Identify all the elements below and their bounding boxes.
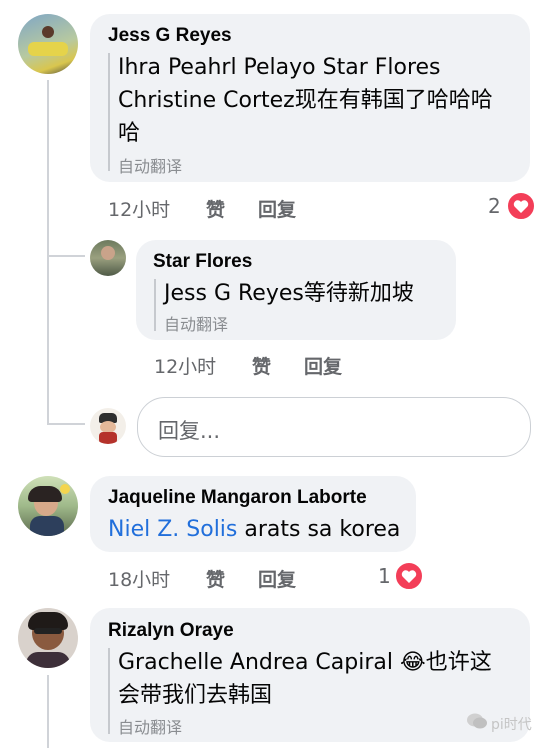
mention-link[interactable]: Niel Z. Solis (108, 517, 237, 542)
reaction-count[interactable]: 1 (378, 564, 391, 588)
reply-button[interactable]: 回复 (258, 565, 296, 592)
avatar (90, 408, 126, 444)
auto-translate-label[interactable]: 自动翻译 (118, 714, 182, 738)
like-button[interactable]: 赞 (252, 352, 271, 379)
comment-timestamp[interactable]: 12小时 (154, 352, 216, 379)
comment-text: Jess G Reyes等待新加坡 (164, 281, 414, 306)
comment-timestamp[interactable]: 12小时 (108, 195, 170, 222)
thread-line (47, 80, 49, 425)
comment-author[interactable]: Jaqueline Mangaron Laborte (108, 487, 367, 509)
thread-line (47, 675, 49, 748)
reply-button[interactable]: 回复 (258, 195, 296, 222)
comment-text: Grachelle Andrea Capiral 😂也许这 (118, 650, 492, 675)
comment-text: 会带我们去韩国 (118, 683, 273, 708)
comment-timestamp[interactable]: 18小时 (108, 565, 170, 592)
comment-author[interactable]: Rizalyn Oraye (108, 620, 234, 642)
avatar[interactable] (18, 14, 78, 74)
comment-author[interactable]: Star Flores (153, 251, 252, 273)
comment-text: Niel Z. Solis arats sa korea (108, 513, 400, 546)
comment-text-rest: arats sa korea (237, 517, 401, 542)
comment-text: Ihra Peahrl Pelayo Star Flores (118, 55, 441, 80)
heart-reaction-icon[interactable] (506, 191, 536, 221)
watermark-text: pi时代 (491, 717, 532, 733)
like-button[interactable]: 赞 (206, 565, 225, 592)
heart-reaction-icon[interactable] (394, 561, 424, 591)
quote-bar (108, 648, 110, 734)
thread-connector (49, 255, 85, 257)
like-button[interactable]: 赞 (206, 195, 225, 222)
quote-bar (154, 279, 156, 331)
quote-bar (108, 53, 110, 171)
laughing-emoji-icon: 😂 (399, 650, 426, 675)
auto-translate-label[interactable]: 自动翻译 (118, 153, 182, 177)
avatar[interactable] (18, 608, 78, 668)
comment-author[interactable]: Jess G Reyes (108, 25, 232, 47)
reply-input-placeholder[interactable]: 回复... (158, 415, 220, 445)
avatar[interactable] (90, 240, 126, 276)
reaction-count[interactable]: 2 (488, 194, 501, 218)
comment-text: Christine Cortez现在有韩国了哈哈哈 (118, 88, 493, 113)
thread-connector (49, 423, 85, 425)
wechat-watermark-icon (466, 712, 488, 730)
comment-text: 哈 (118, 121, 141, 146)
reply-button[interactable]: 回复 (304, 352, 342, 379)
auto-translate-label[interactable]: 自动翻译 (164, 311, 228, 335)
avatar[interactable] (18, 476, 78, 536)
